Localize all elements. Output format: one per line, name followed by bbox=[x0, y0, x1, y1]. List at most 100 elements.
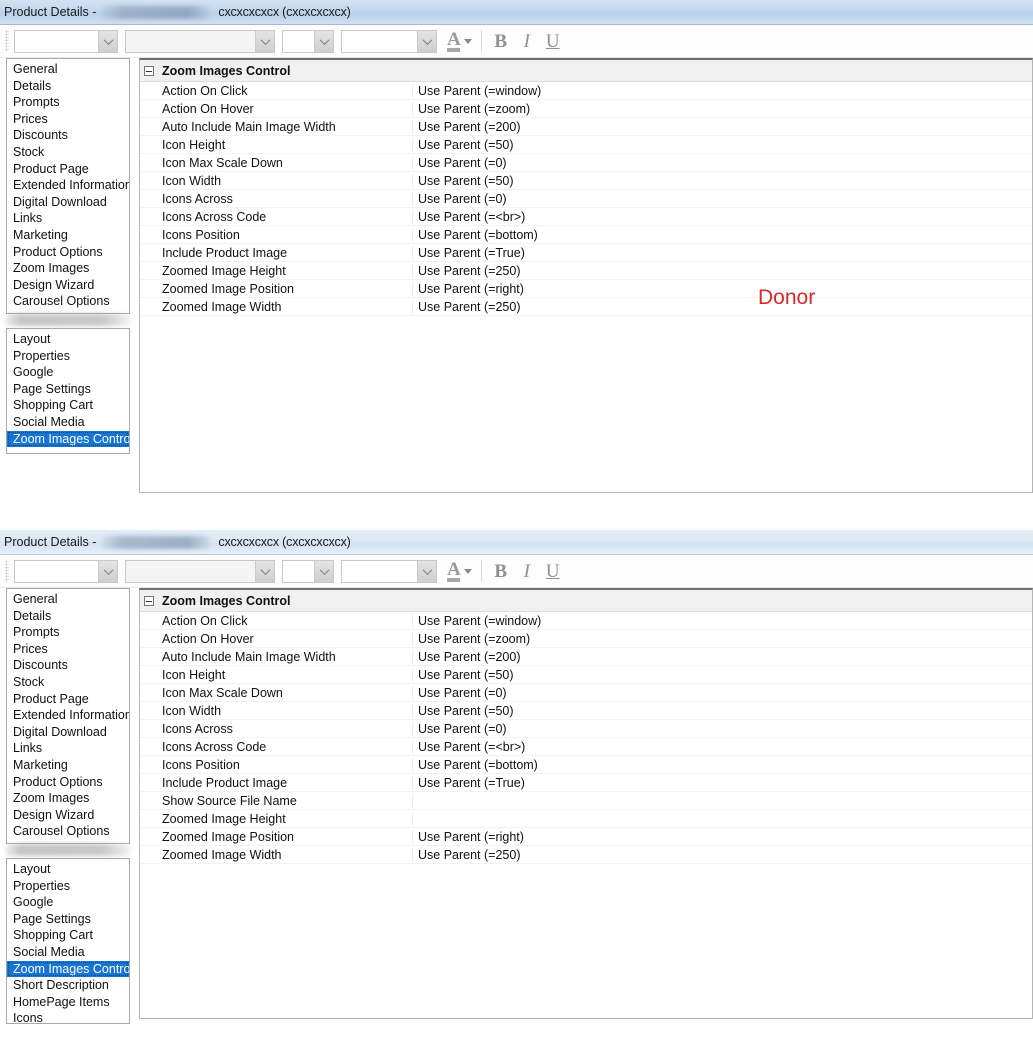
sidebar-item-general[interactable]: General bbox=[7, 61, 129, 78]
property-value[interactable]: Use Parent (=0) bbox=[413, 156, 1032, 170]
property-row[interactable]: Zoomed Image Width Use Parent (=250) bbox=[140, 298, 1032, 316]
font-size-combo[interactable] bbox=[282, 29, 334, 53]
property-row[interactable]: Zoomed Image Width Use Parent (=250) bbox=[140, 846, 1032, 864]
sidebar-item-icons[interactable]: Icons bbox=[7, 1010, 129, 1023]
sidebar-listbox-primary[interactable]: General Details Prompts Prices Discounts Stoc… bbox=[6, 588, 130, 844]
property-value[interactable]: Use Parent (=50) bbox=[413, 174, 1032, 188]
property-row[interactable]: Auto Include Main Image Width Use Parent … bbox=[140, 648, 1032, 666]
property-row[interactable]: Action On Hover Use Parent (=zoom) bbox=[140, 630, 1032, 648]
collapse-minus-icon[interactable] bbox=[144, 65, 154, 76]
sidebar-item-extended-information[interactable]: Extended Information bbox=[7, 177, 129, 194]
sidebar-item-design-wizard[interactable]: Design Wizard bbox=[7, 277, 129, 294]
sidebar-item-marketing[interactable]: Marketing bbox=[7, 227, 129, 244]
property-value[interactable]: Use Parent (=200) bbox=[413, 120, 1032, 134]
property-row[interactable]: Icons Across Use Parent (=0) bbox=[140, 720, 1032, 738]
property-row[interactable]: Icon Width Use Parent (=50) bbox=[140, 172, 1032, 190]
property-row[interactable]: Icon Height Use Parent (=50) bbox=[140, 136, 1032, 154]
property-value[interactable]: Use Parent (=250) bbox=[413, 848, 1032, 862]
property-row[interactable]: Icons Across Code Use Parent (=<br>) bbox=[140, 208, 1032, 226]
sidebar-item-layout[interactable]: Layout bbox=[7, 861, 129, 878]
sidebar-item-page-settings[interactable]: Page Settings bbox=[7, 911, 129, 928]
underline-button[interactable]: U bbox=[540, 32, 566, 51]
sidebar-item-general[interactable]: General bbox=[7, 591, 129, 608]
property-row[interactable]: Zoomed Image Height bbox=[140, 810, 1032, 828]
font-size-combo[interactable] bbox=[282, 559, 334, 583]
property-row[interactable]: Icon Width Use Parent (=50) bbox=[140, 702, 1032, 720]
property-row[interactable]: Action On Click Use Parent (=window) bbox=[140, 82, 1032, 100]
property-row[interactable]: Auto Include Main Image Width Use Parent … bbox=[140, 118, 1032, 136]
property-value[interactable]: Use Parent (=zoom) bbox=[413, 102, 1032, 116]
property-group-header[interactable]: Zoom Images Control bbox=[140, 60, 1032, 82]
toolbar-drag-grip[interactable] bbox=[5, 560, 9, 582]
property-row[interactable]: Action On Hover Use Parent (=zoom) bbox=[140, 100, 1032, 118]
sidebar-item-details[interactable]: Details bbox=[7, 608, 129, 625]
sidebar-item-google[interactable]: Google bbox=[7, 894, 129, 911]
property-value[interactable]: Use Parent (=50) bbox=[413, 668, 1032, 682]
sidebar-listbox-secondary[interactable]: Layout Properties Google Page Settings Shopp… bbox=[6, 858, 130, 1024]
italic-button[interactable]: I bbox=[514, 562, 540, 581]
sidebar-item-carousel-options[interactable]: Carousel Options bbox=[7, 823, 129, 840]
property-value[interactable]: Use Parent (=right) bbox=[413, 282, 1032, 296]
sidebar-item-carousel-options[interactable]: Carousel Options bbox=[7, 293, 129, 310]
sidebar-item-marketing[interactable]: Marketing bbox=[7, 757, 129, 774]
sidebar-item-prices[interactable]: Prices bbox=[7, 641, 129, 658]
property-grid-recipient[interactable]: Zoom Images Control Action On Click Use P… bbox=[139, 588, 1033, 1019]
sidebar-item-shopping-cart[interactable]: Shopping Cart bbox=[7, 927, 129, 944]
sidebar-item-discounts[interactable]: Discounts bbox=[7, 657, 129, 674]
style-input[interactable] bbox=[126, 560, 255, 582]
property-value[interactable]: Use Parent (=True) bbox=[413, 246, 1032, 260]
chevron-down-icon[interactable] bbox=[98, 30, 117, 52]
property-row[interactable]: Zoomed Image Position Use Parent (=right) bbox=[140, 828, 1032, 846]
font-name-combo[interactable] bbox=[14, 559, 118, 583]
property-value[interactable]: Use Parent (=200) bbox=[413, 650, 1032, 664]
property-row[interactable]: Include Product Image Use Parent (=True) bbox=[140, 774, 1032, 792]
chevron-down-icon[interactable] bbox=[255, 30, 274, 52]
sidebar-item-product-page[interactable]: Product Page bbox=[7, 161, 129, 178]
property-value[interactable]: Use Parent (=bottom) bbox=[413, 228, 1032, 242]
chevron-down-icon[interactable] bbox=[463, 568, 472, 574]
property-row[interactable]: Zoomed Image Height Use Parent (=250) bbox=[140, 262, 1032, 280]
property-value[interactable]: Use Parent (=0) bbox=[413, 686, 1032, 700]
font-color-button[interactable]: A bbox=[444, 29, 475, 53]
chevron-down-icon[interactable] bbox=[417, 560, 436, 582]
property-value[interactable]: Use Parent (=0) bbox=[413, 192, 1032, 206]
sidebar-item-properties[interactable]: Properties bbox=[7, 878, 129, 895]
property-group-header[interactable]: Zoom Images Control bbox=[140, 590, 1032, 612]
property-row[interactable]: Icon Max Scale Down Use Parent (=0) bbox=[140, 154, 1032, 172]
property-row[interactable]: Zoomed Image Position Use Parent (=right) bbox=[140, 280, 1032, 298]
font-name-combo[interactable] bbox=[14, 29, 118, 53]
font-name-input[interactable] bbox=[15, 560, 98, 582]
property-value[interactable]: Use Parent (=0) bbox=[413, 722, 1032, 736]
sidebar-item-zoom-images[interactable]: Zoom Images bbox=[7, 260, 129, 277]
sidebar-item-social-media[interactable]: Social Media bbox=[7, 944, 129, 961]
font-name-input[interactable] bbox=[15, 30, 98, 52]
sidebar-item-extended-information[interactable]: Extended Information bbox=[7, 707, 129, 724]
underline-button[interactable]: U bbox=[540, 562, 566, 581]
bold-button[interactable]: B bbox=[488, 32, 514, 51]
property-value[interactable]: Use Parent (=<br>) bbox=[413, 210, 1032, 224]
sidebar-item-digital-download[interactable]: Digital Download bbox=[7, 724, 129, 741]
extra-combo[interactable] bbox=[341, 559, 437, 583]
sidebar-item-stock[interactable]: Stock bbox=[7, 144, 129, 161]
sidebar-item-product-options[interactable]: Product Options bbox=[7, 774, 129, 791]
sidebar-item-product-options[interactable]: Product Options bbox=[7, 244, 129, 261]
sidebar-item-homepage-items[interactable]: HomePage Items bbox=[7, 994, 129, 1011]
collapse-minus-icon[interactable] bbox=[144, 595, 154, 606]
property-row[interactable]: Icons Position Use Parent (=bottom) bbox=[140, 226, 1032, 244]
sidebar-item-zoom-images[interactable]: Zoom Images bbox=[7, 790, 129, 807]
property-grid-donor[interactable]: Zoom Images Control Action On Click Use P… bbox=[139, 58, 1033, 493]
extra-input[interactable] bbox=[342, 560, 417, 582]
sidebar-item-zoom-images-control[interactable]: Zoom Images Control bbox=[7, 960, 129, 978]
style-input[interactable] bbox=[126, 30, 255, 52]
property-value[interactable]: Use Parent (=zoom) bbox=[413, 632, 1032, 646]
font-size-input[interactable] bbox=[283, 30, 314, 52]
toolbar-drag-grip[interactable] bbox=[5, 30, 9, 52]
chevron-down-icon[interactable] bbox=[314, 560, 333, 582]
sidebar-item-design-wizard[interactable]: Design Wizard bbox=[7, 807, 129, 824]
property-value[interactable]: Use Parent (=50) bbox=[413, 704, 1032, 718]
property-value[interactable]: Use Parent (=<br>) bbox=[413, 740, 1032, 754]
sidebar-listbox-secondary[interactable]: Layout Properties Google Page Settings Shopp… bbox=[6, 328, 130, 454]
chevron-down-icon[interactable] bbox=[417, 30, 436, 52]
sidebar-item-social-media[interactable]: Social Media bbox=[7, 414, 129, 431]
chevron-down-icon[interactable] bbox=[98, 560, 117, 582]
